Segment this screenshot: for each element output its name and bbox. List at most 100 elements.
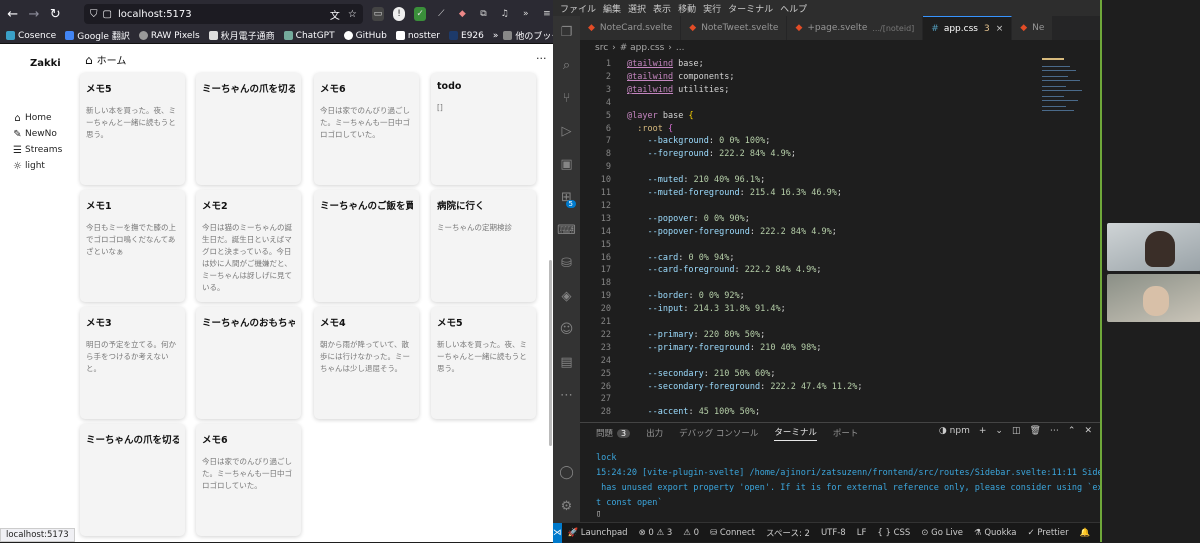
status-problems[interactable]: ⊗ 0 ⚠ 3 — [639, 528, 673, 538]
note-card[interactable]: 病院に行く ミーちゃんの定期検診 — [431, 190, 536, 302]
tab-problems[interactable]: 問題 3 — [596, 427, 631, 439]
copilot-icon[interactable]: ☺ — [553, 313, 580, 346]
code-line[interactable]: --popover-foreground: 222.2 84% 4.9%; — [627, 227, 836, 237]
code-line[interactable]: @tailwind utilities; — [627, 85, 729, 95]
remote-explorer-icon[interactable]: ▣ — [553, 148, 580, 181]
back-arrow-icon[interactable]: ← — [4, 4, 21, 24]
note-card[interactable]: todo [] — [431, 73, 536, 185]
editor-tab[interactable]: ◆ Ne — [1012, 16, 1054, 40]
minimap[interactable] — [1040, 56, 1095, 422]
breadcrumb-item[interactable]: # app.css — [620, 43, 665, 53]
editor-tab[interactable]: # app.css 3 × — [923, 16, 1013, 40]
code-line[interactable]: --card: 0 0% 94%; — [627, 253, 734, 263]
code-line[interactable]: --border: 0 0% 92%; — [627, 291, 744, 301]
code-line[interactable]: @tailwind components; — [627, 72, 734, 82]
translate-icon[interactable]: 文 — [330, 7, 340, 22]
menu-item[interactable]: ターミナル — [728, 2, 773, 15]
status-language[interactable]: { } CSS — [877, 528, 910, 538]
note-card[interactable]: メモ4 朝から雨が降っていて、散歩には行けなかった。ミーちゃんは少し退屈そう。 — [314, 307, 419, 419]
run-debug-icon[interactable]: ▷ — [553, 115, 580, 148]
status-quokka[interactable]: ⚗ Quokka — [974, 528, 1017, 538]
database-icon[interactable]: ⛁ — [553, 247, 580, 280]
docker-icon[interactable]: ◈ — [553, 280, 580, 313]
note-card[interactable]: メモ5 新しい本を買った。夜、ミーちゃんと一緒に読もうと思う。 — [80, 73, 185, 185]
notifications-bell-icon[interactable]: 🔔 — [1080, 528, 1091, 538]
hamburger-menu-icon[interactable]: ≡ — [541, 7, 553, 21]
menu-item[interactable]: 表示 — [653, 2, 671, 15]
explorer-files-icon[interactable]: ❐ — [553, 16, 580, 49]
sidebar-item-theme[interactable]: ☼ light — [12, 158, 72, 174]
new-terminal-plus-icon[interactable]: + — [979, 426, 987, 436]
code-line[interactable]: --secondary-foreground: 222.2 47.4% 11.2… — [627, 382, 862, 392]
code-line[interactable]: --secondary: 210 50% 60%; — [627, 369, 775, 379]
note-card[interactable]: ミーちゃんのおもちゃ — [196, 307, 301, 419]
sidebar-item-home[interactable]: ⌂ Home — [12, 110, 72, 126]
sidebar-item-streams[interactable]: ☰ Streams — [12, 142, 72, 158]
reload-icon[interactable]: ↻ — [47, 4, 64, 24]
participant-video-tile[interactable] — [1107, 274, 1200, 322]
bookmark-star-icon[interactable]: ☆ — [348, 9, 357, 20]
status-warnings[interactable]: ⚠ 0 — [683, 528, 699, 538]
more-icon[interactable]: ⋯ — [553, 379, 580, 412]
shield-icon[interactable]: ⛉ — [90, 9, 98, 20]
tab-ports[interactable]: ポート — [833, 427, 859, 439]
remote-indicator-icon[interactable]: ⋊ — [553, 522, 562, 543]
code-line[interactable]: @layer base { — [627, 111, 694, 121]
headphones-icon[interactable]: ♫ — [499, 7, 511, 21]
note-card[interactable]: メモ6 今日は家でのんびり過ごした。ミーちゃんも一日中ゴロゴロしていた。 — [314, 73, 419, 185]
note-card[interactable]: メモ2 今日は猫のミーちゃんの誕生日だ。誕生日といえばマグロと決まっている。今日は… — [196, 190, 301, 302]
breadcrumb-item[interactable]: src — [595, 43, 608, 53]
scrollbar[interactable] — [549, 260, 552, 446]
url-text[interactable]: localhost:5173 — [118, 9, 192, 20]
close-panel-icon[interactable]: ✕ — [1084, 426, 1092, 436]
eyedropper-icon[interactable]: ⟋ — [435, 7, 447, 21]
url-bar[interactable]: ⛉ ▢ localhost:5173 文 ☆ — [83, 4, 363, 24]
code-editor[interactable]: 1 @tailwind base; 2 @tailwind components; 3 @… — [580, 56, 1100, 422]
fox-extension-icon[interactable]: ◆ — [456, 7, 468, 21]
code-line[interactable]: --popover: 0 0% 90%; — [627, 214, 749, 224]
code-line[interactable]: --accent: 45 100% 50%; — [627, 407, 760, 417]
editor-tab[interactable]: ◆ NoteTweet.svelte — [681, 16, 788, 40]
split-terminal-icon[interactable]: ◫ — [1012, 426, 1021, 436]
more-actions-icon[interactable]: ⋯ — [1050, 426, 1059, 436]
status-encoding[interactable]: UTF-8 — [821, 528, 846, 538]
editor-tab[interactable]: ◆ NoteCard.svelte — [580, 16, 682, 40]
terminal-icon[interactable]: ⌨ — [553, 214, 580, 247]
menu-item[interactable]: 編集 — [603, 2, 621, 15]
code-line[interactable]: --primary: 220 80% 50%; — [627, 330, 765, 340]
terminal-shell-label[interactable]: npm — [950, 426, 970, 436]
maximize-panel-icon[interactable]: ⌃ — [1068, 426, 1076, 436]
search-icon[interactable]: ⌕ — [553, 49, 580, 82]
app-logo[interactable]: Zakki — [30, 58, 61, 69]
code-line[interactable]: :root { — [627, 124, 673, 134]
folder-icon[interactable]: ▤ — [553, 346, 580, 379]
more-menu-button[interactable]: ··· — [536, 52, 547, 65]
note-card[interactable]: メモ3 明日の予定を立てる。何から手をつけるか考えないと。 — [80, 307, 185, 419]
pocket-icon[interactable]: ▭ — [371, 7, 384, 21]
menu-item[interactable]: ファイル — [560, 2, 596, 15]
code-line[interactable]: --background: 0 0% 100%; — [627, 136, 770, 146]
note-card[interactable]: メモ5 新しい本を買った。夜、ミーちゃんと一緒に読もうと思う。 — [431, 307, 536, 419]
editor-tab[interactable]: ◆ +page.svelte .../[noteid] — [787, 16, 924, 40]
code-line[interactable]: --primary-foreground: 210 40% 98%; — [627, 343, 821, 353]
bookmark-item[interactable]: Google 翻訳 — [65, 29, 130, 42]
bookmark-item[interactable]: nostter — [395, 31, 440, 41]
bookmark-item[interactable]: GitHub — [343, 31, 387, 41]
bookmark-item[interactable]: E926 — [449, 31, 484, 41]
other-bookmarks[interactable]: »他のブックマーク — [493, 29, 553, 43]
forward-arrow-icon[interactable]: → — [25, 4, 42, 24]
bookmark-item[interactable]: Cosence — [6, 31, 56, 41]
breadcrumb-item[interactable]: ... — [676, 43, 685, 53]
status-go-live[interactable]: ⊙ Go Live — [921, 528, 963, 538]
chevron-down-icon[interactable]: ⌄ — [995, 426, 1003, 436]
menu-item[interactable]: 実行 — [703, 2, 721, 15]
bookmark-item[interactable]: ChatGPT — [283, 31, 335, 41]
bookmark-item[interactable]: RAW Pixels — [138, 31, 200, 41]
note-card[interactable]: ミーちゃんの爪を切る — [196, 73, 301, 185]
status-eol[interactable]: LF — [857, 528, 867, 538]
note-card[interactable]: ミーちゃんのご飯を買 — [314, 190, 419, 302]
note-card[interactable]: メモ1 今日もミーを撫でた膝の上でゴロゴロ鳴くだなんてあざといなぁ — [80, 190, 185, 302]
code-line[interactable]: --foreground: 222.2 84% 4.9%; — [627, 149, 795, 159]
participant-video-tile[interactable] — [1107, 223, 1200, 271]
sidebar-item-newnote[interactable]: ✎ NewNo — [12, 126, 72, 142]
